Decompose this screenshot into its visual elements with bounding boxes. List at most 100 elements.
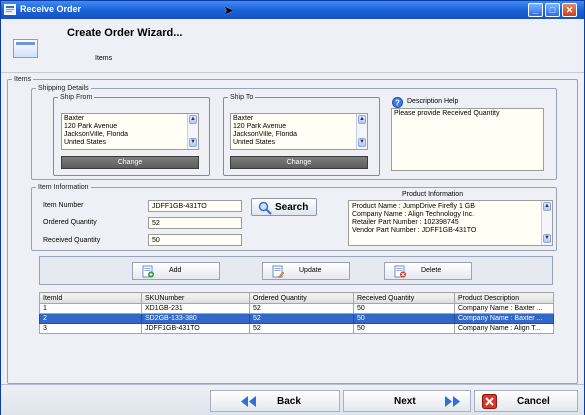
table-row[interactable]: 1 XD1GB-231 52 50 Company Name : Baxter … <box>39 303 554 314</box>
maximize-icon: □ <box>549 5 556 15</box>
column-header[interactable]: ItemId <box>39 292 142 304</box>
ordered-quantity-label: Ordered Quantity <box>43 219 97 226</box>
table-cell: 50 <box>353 323 455 334</box>
column-header[interactable]: Ordered Quantity <box>249 292 354 304</box>
product-info-scrollbar[interactable]: ▲ ▼ <box>541 201 552 245</box>
header-divider <box>1 72 584 73</box>
cancel-icon <box>482 394 497 409</box>
ship-to-scrollbar[interactable]: ▲ ▼ <box>356 114 367 149</box>
received-quantity-field[interactable]: 50 <box>148 234 242 246</box>
item-information-label: Item Information <box>38 184 89 191</box>
svg-text:?: ? <box>395 99 400 108</box>
ship-to-line: 120 Park Avenue <box>233 123 287 130</box>
shipping-details-label: Shipping Details <box>38 85 89 92</box>
table-cell: Company Name : Baxter ... <box>454 313 554 324</box>
update-button[interactable]: Update <box>262 262 350 280</box>
scroll-down-icon[interactable]: ▼ <box>358 138 366 147</box>
receive-order-window: Receive Order ➤ _ □ ✕ Create Order Wizar… <box>0 0 585 415</box>
scroll-down-icon[interactable]: ▼ <box>189 138 197 147</box>
ship-to-label: Ship To <box>230 94 254 101</box>
scroll-up-icon[interactable]: ▲ <box>543 202 551 211</box>
title-bar[interactable]: Receive Order ➤ _ □ ✕ <box>1 1 584 19</box>
window-title: Receive Order <box>20 4 82 14</box>
delete-icon <box>394 265 406 278</box>
scroll-up-icon[interactable]: ▲ <box>189 115 197 124</box>
table-cell: JDFF1GB-431TO <box>141 323 250 334</box>
ship-to-change-button[interactable]: Change <box>230 156 368 169</box>
search-button[interactable]: Search <box>251 198 317 216</box>
description-help-text: Please provide Received Quantity <box>394 110 500 117</box>
mouse-cursor-icon: ➤ <box>224 5 234 17</box>
item-number-label: Item Number <box>43 202 84 209</box>
ship-to-line: United States <box>233 139 276 146</box>
next-arrow-icon <box>445 396 460 407</box>
column-header[interactable]: SKUNumber <box>141 292 250 304</box>
cancel-button-label: Cancel <box>517 396 550 407</box>
item-number-field[interactable]: JDFF1GB-431TO <box>148 200 242 212</box>
ship-from-line: United States <box>64 139 107 146</box>
table-cell: 2 <box>39 313 142 324</box>
app-icon <box>4 4 16 15</box>
add-button-label: Add <box>169 267 182 274</box>
delete-button[interactable]: Delete <box>384 262 472 280</box>
table-cell: 1 <box>39 303 142 314</box>
table-cell: 50 <box>353 303 455 314</box>
back-button-label: Back <box>277 396 301 407</box>
wizard-icon <box>13 39 38 58</box>
column-header[interactable]: Product Description <box>454 292 554 304</box>
table-cell: XD1GB-231 <box>141 303 250 314</box>
cancel-button[interactable]: Cancel <box>474 390 578 412</box>
table-cell: Company Name : Baxter ... <box>454 303 554 314</box>
column-header[interactable]: Received Quantity <box>353 292 455 304</box>
table-cell: 52 <box>249 323 354 334</box>
ship-to-line: Baxter <box>233 115 254 122</box>
ship-to-line: JacksonVille, Florida <box>233 131 298 138</box>
help-icon: ? <box>392 97 403 108</box>
next-button[interactable]: Next <box>343 390 471 412</box>
wizard-subtitle: Items <box>95 55 113 62</box>
close-icon: ✕ <box>565 5 574 15</box>
ship-from-address[interactable]: Baxter 120 Park Avenue JacksonVille, Flo… <box>61 113 199 150</box>
table-cell: SD2GB-133-380 <box>141 313 250 324</box>
ship-from-scrollbar[interactable]: ▲ ▼ <box>187 114 198 149</box>
delete-button-label: Delete <box>421 267 442 274</box>
received-quantity-label: Received Quantity <box>43 237 101 244</box>
update-icon <box>272 265 285 278</box>
ship-to-address[interactable]: Baxter 120 Park Avenue JacksonVille, Flo… <box>230 113 368 150</box>
scroll-up-icon[interactable]: ▲ <box>358 115 366 124</box>
back-button[interactable]: Back <box>210 390 340 412</box>
product-info-line: Product Name : JumpDrive Firefly 1 GB <box>352 203 475 210</box>
ship-from-label: Ship From <box>60 94 93 101</box>
wizard-title: Create Order Wizard... <box>67 27 183 39</box>
description-help-box: Please provide Received Quantity <box>391 108 544 171</box>
minimize-button[interactable]: _ <box>528 3 543 17</box>
items-table[interactable]: ItemId SKUNumber Ordered Quantity Receiv… <box>39 292 554 334</box>
product-information-title: Product Information <box>402 191 464 198</box>
ship-from-change-button[interactable]: Change <box>61 156 199 169</box>
close-button[interactable]: ✕ <box>562 3 577 17</box>
add-icon <box>142 265 154 278</box>
actions-bar: Add Update Delete <box>39 256 553 285</box>
wizard-footer: Back Next Cancel <box>1 384 584 415</box>
maximize-button[interactable]: □ <box>545 3 560 17</box>
search-button-label: Search <box>275 202 309 213</box>
update-button-label: Update <box>299 267 322 274</box>
scroll-down-icon[interactable]: ▼ <box>543 234 551 243</box>
back-arrow-icon <box>241 396 256 407</box>
table-row[interactable]: 3 JDFF1GB-431TO 52 50 Company Name : Ali… <box>39 323 554 334</box>
product-information-box[interactable]: Product Name : JumpDrive Firefly 1 GB Co… <box>348 200 553 246</box>
add-button[interactable]: Add <box>132 262 220 280</box>
table-row-selected[interactable]: 2 SD2GB-133-380 52 50 Company Name : Bax… <box>39 313 554 324</box>
table-cell: 52 <box>249 303 354 314</box>
ordered-quantity-field[interactable]: 52 <box>148 217 242 229</box>
minimize-icon: _ <box>532 5 538 15</box>
table-cell: 52 <box>249 313 354 324</box>
wizard-header: Create Order Wizard... Items <box>1 19 584 71</box>
ship-from-line: 120 Park Avenue <box>64 123 118 130</box>
next-button-label: Next <box>394 396 416 407</box>
search-icon <box>258 201 272 215</box>
table-cell: 3 <box>39 323 142 334</box>
ship-from-line: JacksonVille, Florida <box>64 131 129 138</box>
product-info-line: Vendor Part Number : JDFF1GB-431TO <box>352 227 477 234</box>
ship-from-line: Baxter <box>64 115 85 122</box>
